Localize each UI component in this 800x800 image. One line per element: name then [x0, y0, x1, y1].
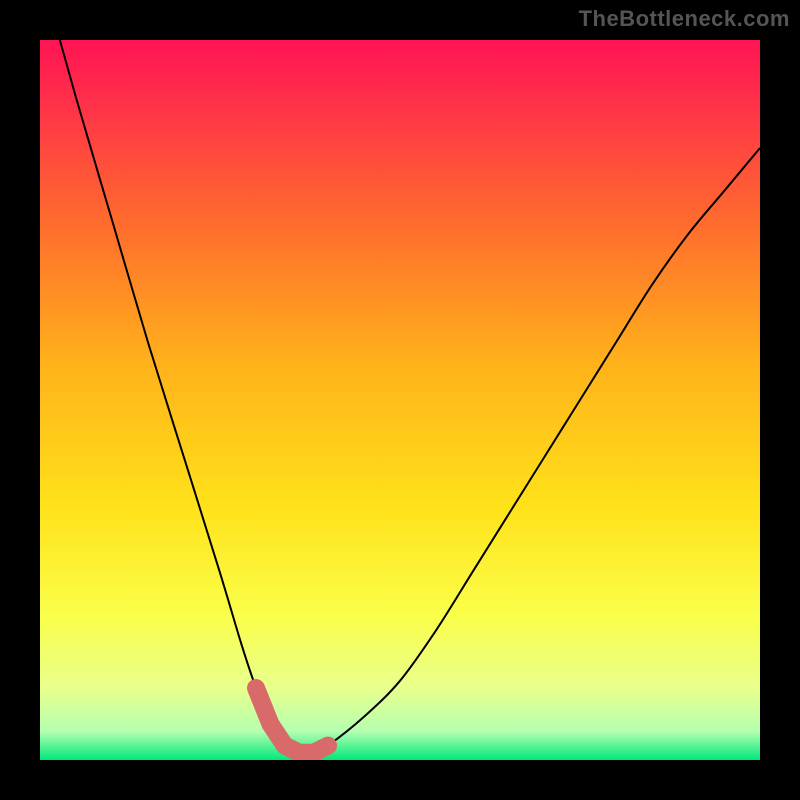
plot-background	[40, 40, 760, 760]
watermark-text: TheBottleneck.com	[579, 6, 790, 32]
chart-frame: TheBottleneck.com	[0, 0, 800, 800]
plot-area	[40, 40, 760, 760]
plot-svg	[40, 40, 760, 760]
